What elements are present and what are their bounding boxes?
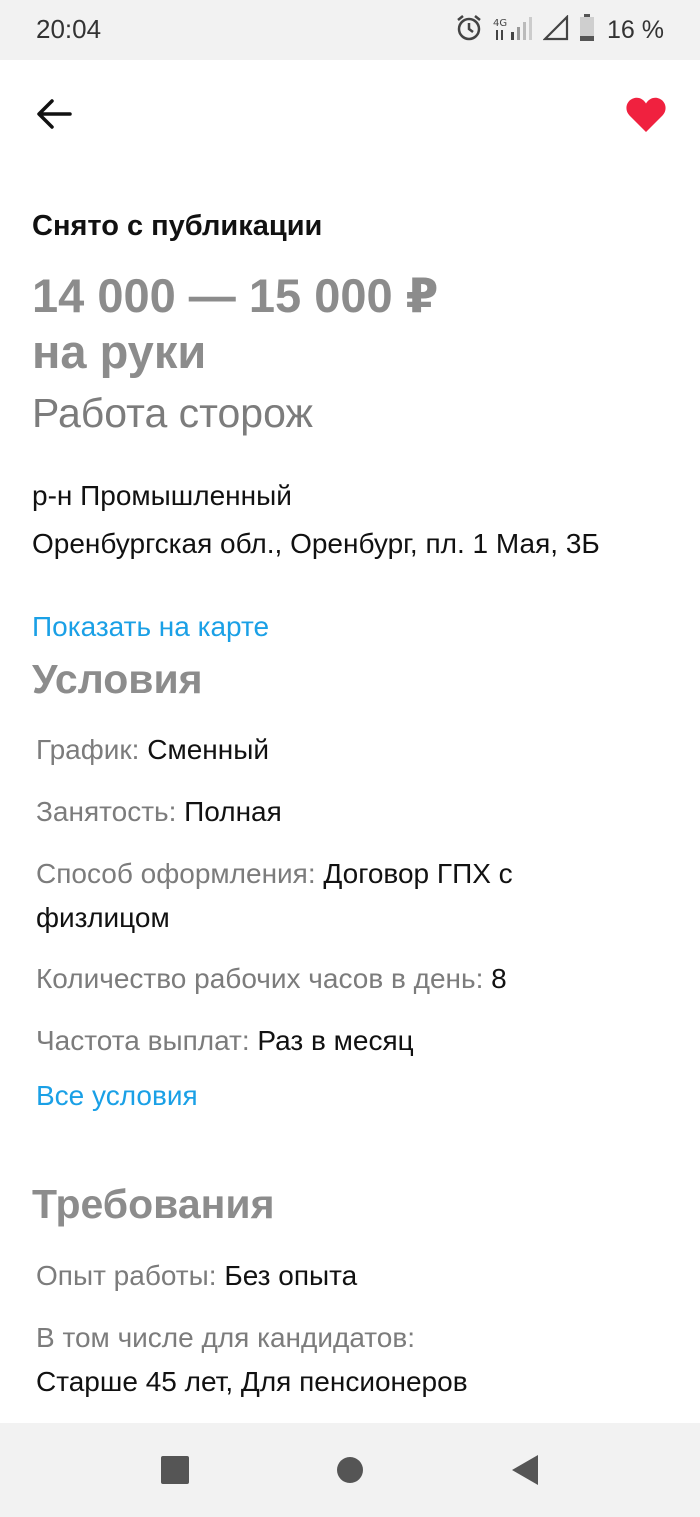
requirements-title: Требования bbox=[32, 1181, 275, 1227]
requirement-value: Старше 45 лет, Для пенсионеров bbox=[36, 1366, 468, 1397]
network-4g-icon: 4G bbox=[493, 14, 533, 47]
condition-value: Сменный bbox=[147, 734, 269, 765]
requirement-key: Опыт работы: bbox=[36, 1260, 217, 1291]
condition-row: График: Сменный bbox=[36, 728, 656, 772]
condition-key: График: bbox=[36, 734, 140, 765]
requirement-row: Опыт работы: Без опыта bbox=[36, 1254, 656, 1298]
job-title: Работа сторож bbox=[32, 390, 313, 436]
salary: 14 000 — 15 000 ₽ на руки bbox=[32, 268, 672, 380]
status-bar: 20:04 4G 16 % bbox=[0, 0, 700, 60]
condition-row: Занятость: Полная bbox=[36, 790, 656, 834]
salary-type: на руки bbox=[32, 325, 207, 378]
battery-icon bbox=[579, 13, 595, 47]
show-on-map-link[interactable]: Показать на карте bbox=[32, 611, 269, 643]
status-icons: 4G 16 % bbox=[455, 12, 664, 48]
alarm-icon bbox=[455, 14, 483, 47]
vacancy-content: Снято с публикации 14 000 — 15 000 ₽ на … bbox=[0, 170, 700, 1423]
recent-apps-icon bbox=[161, 1456, 189, 1484]
home-icon bbox=[337, 1457, 363, 1483]
condition-value: Полная bbox=[184, 796, 282, 827]
requirement-value: Без опыта bbox=[224, 1260, 358, 1291]
top-bar bbox=[0, 60, 700, 170]
heart-icon bbox=[626, 97, 666, 132]
condition-key: Количество рабочих часов в день: bbox=[36, 963, 484, 994]
requirement-row: В том числе для кандидатов: Старше 45 ле… bbox=[36, 1316, 476, 1404]
condition-row: Количество рабочих часов в день: 8 bbox=[36, 957, 656, 1001]
condition-value: 8 bbox=[491, 963, 507, 994]
arrow-left-icon bbox=[37, 99, 72, 129]
condition-row: Частота выплат: Раз в месяц bbox=[36, 1019, 656, 1063]
status-time: 20:04 bbox=[36, 14, 102, 44]
back-button[interactable] bbox=[30, 90, 78, 138]
system-nav-bar bbox=[0, 1423, 700, 1517]
conditions-title: Условия bbox=[32, 656, 203, 702]
condition-key: Занятость: bbox=[36, 796, 177, 827]
svg-text:4G: 4G bbox=[493, 18, 507, 29]
salary-range: 14 000 — 15 000 ₽ bbox=[32, 269, 439, 322]
system-back-button[interactable] bbox=[505, 1450, 545, 1490]
requirement-key: В том числе для кандидатов: bbox=[36, 1322, 416, 1353]
back-triangle-icon bbox=[512, 1455, 538, 1485]
condition-value: Раз в месяц bbox=[257, 1025, 414, 1056]
signal-icon bbox=[542, 13, 569, 46]
publication-status: Снято с публикации bbox=[32, 210, 323, 242]
condition-key: Частота выплат: bbox=[36, 1025, 250, 1056]
favorite-button[interactable] bbox=[622, 90, 670, 138]
address: р-н Промышленный Оренбургская обл., Орен… bbox=[32, 472, 672, 568]
home-button[interactable] bbox=[330, 1450, 370, 1490]
recent-apps-button[interactable] bbox=[155, 1450, 195, 1490]
address-full: Оренбургская обл., Оренбург, пл. 1 Мая, … bbox=[32, 528, 600, 559]
condition-row: Способ оформления: Договор ГПХ с физлицо… bbox=[36, 852, 576, 940]
all-conditions-link[interactable]: Все условия bbox=[36, 1080, 198, 1112]
address-district: р-н Промышленный bbox=[32, 480, 292, 511]
battery-level: 16 % bbox=[607, 15, 664, 44]
condition-key: Способ оформления: bbox=[36, 858, 316, 889]
